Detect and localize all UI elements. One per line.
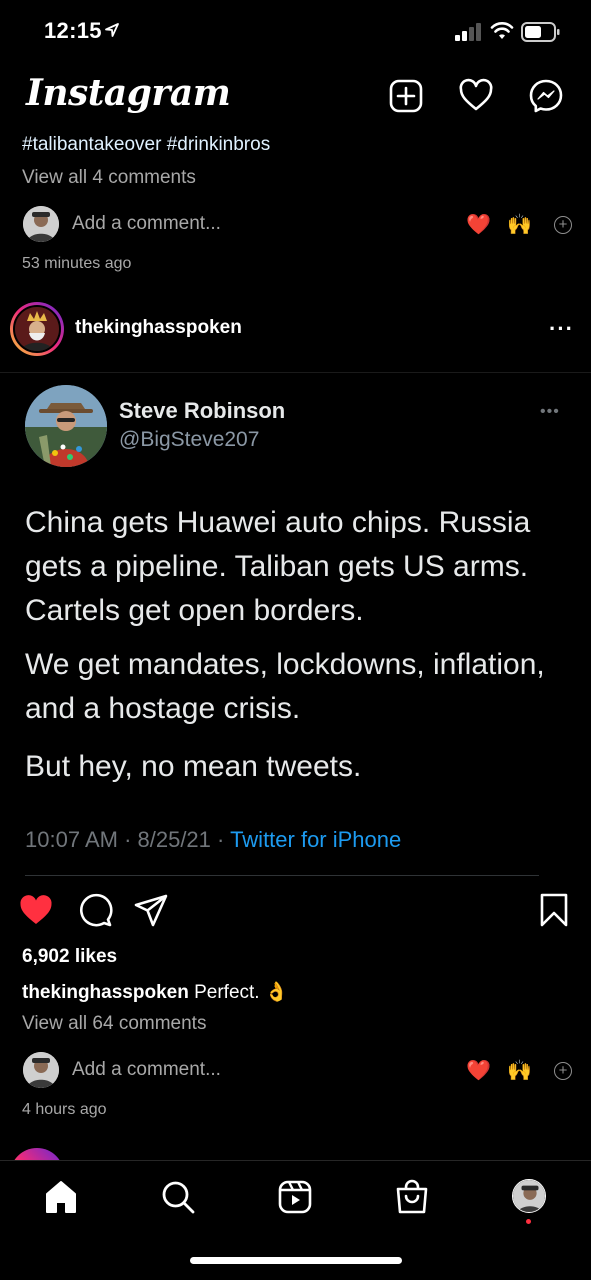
instagram-logo[interactable]: Instagram <box>26 72 231 114</box>
status-time: 12:15 <box>44 18 102 43</box>
wifi-icon <box>490 22 514 39</box>
profile-avatar[interactable] <box>512 1179 546 1213</box>
caption-text: Perfect. 👌 <box>194 982 289 1003</box>
post-caption: thekinghasspoken Perfect. 👌 <box>22 980 289 1004</box>
post-timestamp: 53 minutes ago <box>22 255 132 272</box>
tweet-more-icon: ••• <box>540 403 560 420</box>
avatar[interactable] <box>23 206 59 242</box>
tweet-author-name: Steve Robinson <box>119 398 286 423</box>
hashtags[interactable]: #talibantakeover #drinkinbros <box>22 134 270 156</box>
tweet-text-paragraph: China gets Huawei auto chips. Russia get… <box>25 506 531 627</box>
search-icon[interactable] <box>160 1179 196 1215</box>
heart-icon[interactable] <box>458 78 494 114</box>
heart-emoji-button[interactable]: ❤️ <box>466 214 491 236</box>
view-comments-link[interactable]: View all 4 comments <box>22 167 196 189</box>
bookmark-icon[interactable] <box>536 892 572 928</box>
status-bar: 12:15 <box>0 0 591 60</box>
king-avatar-icon <box>15 307 59 351</box>
location-arrow-icon <box>105 23 119 37</box>
comment-icon[interactable] <box>77 892 113 928</box>
post-actions <box>0 892 591 932</box>
messenger-icon[interactable] <box>528 78 564 114</box>
post-header: thekinghasspoken ··· <box>0 296 591 364</box>
share-icon[interactable] <box>133 892 169 928</box>
avatar[interactable] <box>23 1052 59 1088</box>
home-indicator[interactable] <box>190 1257 402 1264</box>
tweet-source: Twitter for iPhone <box>230 827 402 852</box>
tweet-avatar-image-icon <box>25 385 107 467</box>
tweet-timestamp: 10:07 AM · 8/25/21 · <box>25 827 231 852</box>
app-header: Instagram <box>0 60 591 132</box>
tweet-divider <box>25 875 539 876</box>
battery-icon <box>521 22 560 42</box>
heart-emoji-button[interactable]: ❤️ <box>466 1060 491 1082</box>
add-emoji-icon[interactable]: + <box>554 216 572 234</box>
post-author-avatar[interactable] <box>10 302 64 356</box>
user-avatar-icon <box>23 206 59 242</box>
likes-count[interactable]: 6,902 likes <box>22 946 117 968</box>
add-emoji-icon[interactable]: + <box>554 1062 572 1080</box>
raised-hands-emoji-button[interactable]: 🙌 <box>507 1060 532 1082</box>
liked-heart-icon[interactable] <box>18 892 54 928</box>
view-comments-link[interactable]: View all 64 comments <box>22 1013 206 1035</box>
post-image[interactable]: Steve Robinson @BigSteve207 ••• China ge… <box>0 372 591 876</box>
tweet-author-avatar <box>25 385 107 467</box>
tweet-meta: 10:07 AM · 8/25/21 · Twitter for iPhone <box>25 827 401 853</box>
cellular-signal-icon <box>455 23 481 41</box>
reels-icon[interactable] <box>277 1179 313 1215</box>
shop-icon[interactable] <box>394 1179 430 1215</box>
user-avatar-icon <box>513 1180 545 1212</box>
raised-hands-emoji-button[interactable]: 🙌 <box>507 214 532 236</box>
tweet-text-paragraph: We get mandates, lockdowns, inflation, a… <box>25 648 545 725</box>
user-avatar-icon <box>23 1052 59 1088</box>
add-comment-input[interactable]: Add a comment... <box>72 1059 221 1081</box>
caption-username[interactable]: thekinghasspoken <box>22 982 189 1003</box>
more-options-icon[interactable]: ··· <box>549 318 574 340</box>
post-timestamp: 4 hours ago <box>22 1101 107 1118</box>
add-comment-input[interactable]: Add a comment... <box>72 213 221 235</box>
tweet-author-handle: @BigSteve207 <box>119 428 260 451</box>
home-icon[interactable] <box>43 1179 79 1215</box>
post-username[interactable]: thekinghasspoken <box>75 317 242 339</box>
tweet-text-paragraph: But hey, no mean tweets. <box>25 750 362 783</box>
new-post-icon[interactable] <box>388 78 424 114</box>
notification-dot <box>526 1219 531 1224</box>
